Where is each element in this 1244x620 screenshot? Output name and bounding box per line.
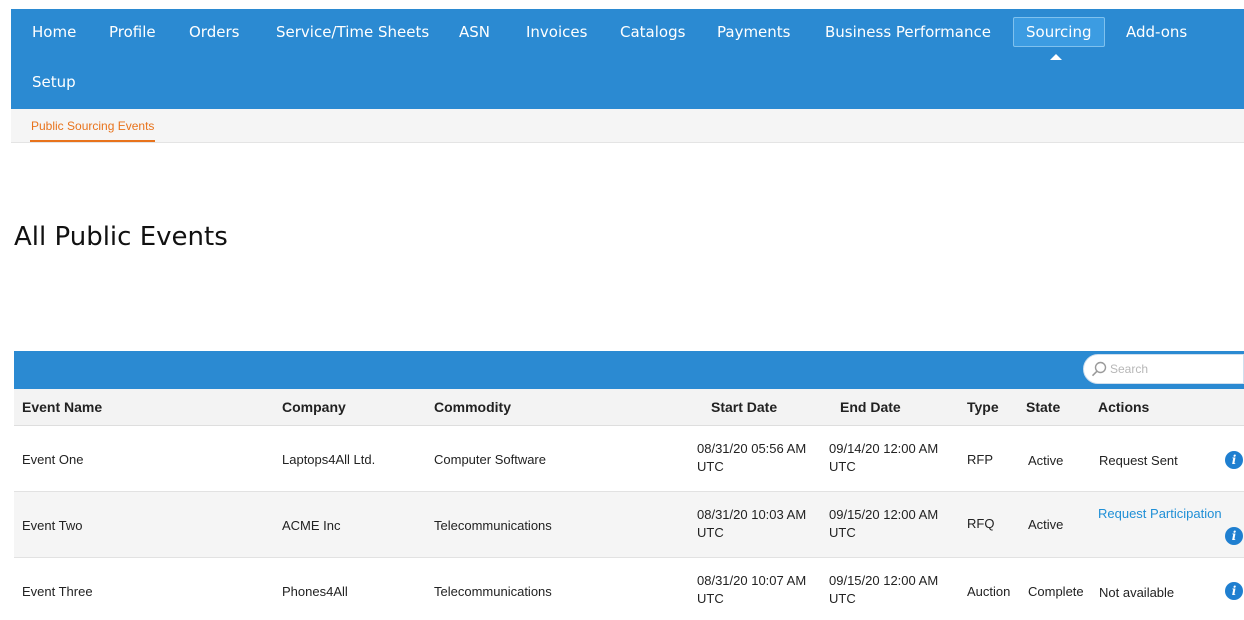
header-type[interactable]: Type [967,389,999,426]
action-status-text: Not available [1099,585,1175,600]
nav-catalogs[interactable]: Catalogs [620,17,685,47]
cell-end-date: 09/15/20 12:00 AM UTC [829,573,939,606]
cell-event-name: Event One [22,452,84,467]
nav-setup[interactable]: Setup [32,67,76,97]
cell-company: ACME Inc [282,518,341,533]
table-toolbar [14,351,1244,389]
cell-event-name: Event Two [22,518,83,533]
nav-service-time-sheets[interactable]: Service/Time Sheets [276,17,429,47]
header-company[interactable]: Company [282,389,346,426]
cell-company: Phones4All [282,584,348,599]
table-row[interactable]: Event One Laptops4All Ltd. Computer Soft… [14,426,1244,492]
cell-event-name: Event Three [22,584,93,599]
nav-home[interactable]: Home [32,17,76,47]
cell-commodity: Computer Software [434,452,546,467]
cell-start-date: 08/31/20 10:07 AM UTC [697,573,807,606]
header-event-name[interactable]: Event Name [22,389,102,426]
action-status-text: Request Sent [1099,453,1178,468]
table-header: Event Name Company Commodity Start Date … [14,389,1244,426]
header-commodity[interactable]: Commodity [434,389,511,426]
header-state[interactable]: State [1026,389,1060,426]
header-start-date[interactable]: Start Date [711,389,777,426]
cell-start-date: 08/31/20 05:56 AM UTC [697,441,807,474]
cell-commodity: Telecommunications [434,518,552,533]
search-box[interactable] [1083,354,1244,384]
nav-orders[interactable]: Orders [189,17,239,47]
active-tab-caret-icon [1050,54,1062,60]
nav-sourcing[interactable]: Sourcing [1013,17,1105,47]
info-icon[interactable]: i [1225,582,1243,600]
nav-business-performance[interactable]: Business Performance [825,17,991,47]
cell-company: Laptops4All Ltd. [282,452,376,467]
cell-state: Active [1028,453,1064,468]
search-input[interactable] [1110,355,1240,383]
page-title: All Public Events [14,222,228,252]
table-row[interactable]: Event Two ACME Inc Telecommunications 08… [14,492,1244,558]
info-icon[interactable]: i [1225,451,1243,469]
nav-asn[interactable]: ASN [459,17,490,47]
nav-invoices[interactable]: Invoices [526,17,587,47]
top-navigation: Home Profile Orders Service/Time Sheets … [11,9,1244,109]
cell-commodity: Telecommunications [434,584,552,599]
header-end-date[interactable]: End Date [840,389,901,426]
cell-type: RFP [967,452,993,467]
cell-end-date: 09/14/20 12:00 AM UTC [829,441,939,474]
search-icon [1091,361,1107,377]
sub-navigation: Public Sourcing Events [11,109,1244,143]
cell-end-date: 09/15/20 12:00 AM UTC [829,507,939,540]
cell-type: RFQ [967,516,995,531]
header-actions: Actions [1098,399,1150,415]
cell-state: Complete [1028,584,1084,599]
nav-payments[interactable]: Payments [717,17,790,47]
nav-profile[interactable]: Profile [109,17,156,47]
cell-start-date: 08/31/20 10:03 AM UTC [697,507,807,540]
tab-public-sourcing-events[interactable]: Public Sourcing Events [30,109,156,142]
nav-add-ons[interactable]: Add-ons [1126,17,1187,47]
cell-type: Auction [967,584,1011,599]
table-row[interactable]: Event Three Phones4All Telecommunication… [14,558,1244,620]
info-icon[interactable]: i [1225,527,1243,545]
request-participation-link[interactable]: Request Participation [1098,505,1222,523]
cell-state: Active [1028,517,1064,532]
